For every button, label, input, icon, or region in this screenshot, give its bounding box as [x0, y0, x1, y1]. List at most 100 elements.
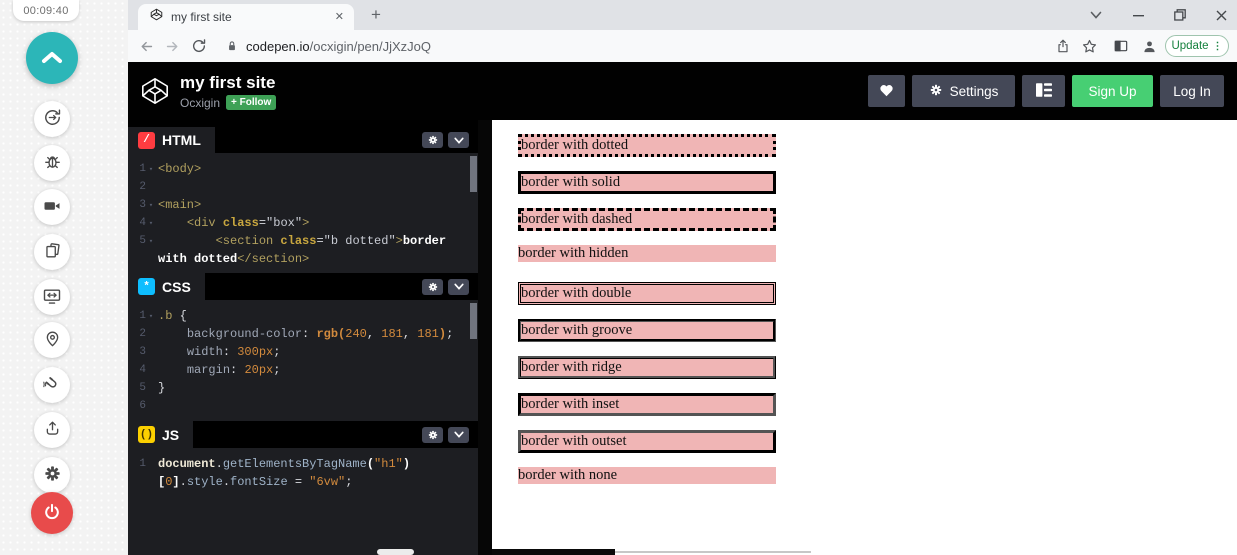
tab-title: my first site [171, 10, 333, 24]
code-line[interactable]: 1▾.b { [128, 307, 478, 325]
settings-label: Settings [950, 84, 999, 99]
panel-resize-gutter[interactable] [478, 120, 492, 555]
preview-box-outset: border with outset [518, 430, 776, 453]
address-bar[interactable]: codepen.io/ocxigin/pen/JjXzJoQ [246, 30, 431, 62]
tab-close-icon[interactable]: ✕ [333, 10, 346, 25]
js-horizontal-scrollbar[interactable] [377, 549, 414, 555]
code-line[interactable]: 6 [128, 397, 478, 415]
preview-box-ridge: border with ridge [518, 356, 776, 379]
recording-timer: 00:09:40 [13, 0, 79, 21]
workspace: / HTML 1▾<body>23▾<main>4▾ <div class="b… [128, 120, 1237, 555]
copy-pages-icon [43, 241, 62, 263]
sync-icon [43, 108, 62, 130]
video-camera-button[interactable] [34, 189, 70, 225]
menu-dots-icon: ⋮ [1213, 41, 1223, 52]
code-line[interactable]: 3 width: 300px; [128, 343, 478, 361]
screen-size-button[interactable] [34, 279, 70, 315]
code-line[interactable]: 4 margin: 20px; [128, 361, 478, 379]
js-collapse-chevron-button[interactable] [448, 427, 469, 443]
upload-button[interactable] [34, 412, 70, 448]
location-pin-button[interactable] [34, 322, 70, 358]
magnet-icon [42, 374, 62, 397]
code-line[interactable]: 5} [128, 379, 478, 397]
layout-icon [1036, 83, 1052, 100]
html-code-area[interactable]: 1▾<body>23▾<main>4▾ <div class="box">5▾ … [128, 153, 478, 273]
code-line[interactable]: [0].style.fontSize = "6vw"; [128, 473, 478, 491]
update-label: Update [1171, 40, 1208, 52]
js-code-area[interactable]: 1document.getElementsByTagName("h1")[0].… [128, 448, 478, 555]
codepen-header: my first site Ocxigin + Follow Settings [128, 62, 1237, 120]
minimize-button[interactable] [1124, 0, 1152, 30]
profile-avatar-icon[interactable] [1139, 36, 1159, 56]
preview-box-none: border with none [518, 467, 776, 484]
sign-up-button[interactable]: Sign Up [1072, 75, 1153, 107]
preview-box-dashed: border with dashed [518, 208, 776, 231]
js-settings-gear-button[interactable] [422, 427, 443, 443]
preview-box-groove: border with groove [518, 319, 776, 342]
settings-button[interactable]: Settings [912, 75, 1015, 107]
code-line[interactable]: 1document.getElementsByTagName("h1") [128, 455, 478, 473]
heart-icon [879, 83, 894, 100]
forward-button[interactable] [162, 36, 182, 56]
share-icon[interactable] [1053, 36, 1073, 56]
code-line[interactable]: with dotted</section> [128, 250, 478, 268]
url-host: codepen.io [246, 39, 310, 54]
tab-search-chevron-icon[interactable] [1082, 0, 1110, 30]
css-settings-gear-button[interactable] [422, 279, 443, 295]
change-view-button[interactable] [1022, 75, 1065, 107]
bug-report-button[interactable] [34, 145, 70, 181]
code-line[interactable]: 1▾<body> [128, 160, 478, 178]
code-line[interactable]: 2 background-color: rgb(240, 181, 181); [128, 325, 478, 343]
html-settings-gear-button[interactable] [422, 132, 443, 148]
html-collapse-chevron-button[interactable] [448, 132, 469, 148]
css-collapse-chevron-button[interactable] [448, 279, 469, 295]
js-editor-tab[interactable]: () JS [128, 421, 193, 448]
log-in-label: Log In [1173, 84, 1211, 99]
html-editor-header: / HTML [128, 127, 478, 153]
back-button[interactable] [136, 36, 156, 56]
preview-pane: border with dottedborder with solidborde… [492, 120, 1237, 555]
code-line[interactable]: 5▾ <section class="b dotted">border [128, 232, 478, 250]
close-window-button[interactable] [1207, 0, 1235, 30]
codepen-logo-icon[interactable] [140, 76, 170, 111]
bookmark-star-icon[interactable] [1079, 36, 1099, 56]
code-line[interactable]: 3▾<main> [128, 196, 478, 214]
html-icon: / [138, 132, 155, 149]
like-heart-button[interactable] [868, 75, 905, 107]
preview-content: border with dottedborder with solidborde… [492, 120, 1237, 484]
restore-button[interactable] [1166, 0, 1194, 30]
browser-tab[interactable]: my first site ✕ [138, 4, 354, 30]
side-panel-icon[interactable] [1111, 36, 1131, 56]
css-editor-header: * CSS [128, 273, 478, 300]
upload-icon [43, 419, 62, 441]
location-pin-icon [43, 329, 62, 351]
power-button[interactable] [31, 492, 73, 534]
reload-button[interactable] [189, 36, 209, 56]
pen-author[interactable]: Ocxigin [180, 96, 220, 110]
log-in-button[interactable]: Log In [1160, 75, 1224, 107]
preview-box-hidden: border with hidden [518, 245, 776, 262]
recorder-settings-button[interactable] [34, 457, 70, 493]
code-line[interactable]: 4▾ <div class="box"> [128, 214, 478, 232]
code-line[interactable]: 2 [128, 178, 478, 196]
html-scrollbar[interactable] [470, 156, 477, 192]
sync-button[interactable] [34, 101, 70, 137]
settings-gear-icon [929, 83, 943, 100]
lock-icon[interactable] [222, 36, 242, 56]
chrome-update-button[interactable]: Update ⋮ [1165, 35, 1229, 57]
css-code-area[interactable]: 1▾.b {2 background-color: rgb(240, 181, … [128, 300, 478, 421]
js-editor-label: JS [162, 427, 179, 443]
css-scrollbar[interactable] [470, 303, 477, 339]
new-tab-button[interactable]: + [366, 5, 386, 25]
tab-strip: my first site ✕ + [128, 0, 1237, 30]
css-icon: * [138, 278, 155, 295]
css-editor-tab[interactable]: * CSS [128, 273, 205, 300]
follow-button[interactable]: + Follow [226, 95, 276, 110]
preview-box-inset: border with inset [518, 393, 776, 416]
collapse-button[interactable] [26, 32, 78, 84]
screen-size-icon [42, 286, 62, 309]
magnet-button[interactable] [34, 367, 70, 403]
preview-box-dotted: border with dotted [518, 134, 776, 157]
html-editor-tab[interactable]: / HTML [128, 127, 215, 153]
copy-pages-button[interactable] [34, 234, 70, 270]
